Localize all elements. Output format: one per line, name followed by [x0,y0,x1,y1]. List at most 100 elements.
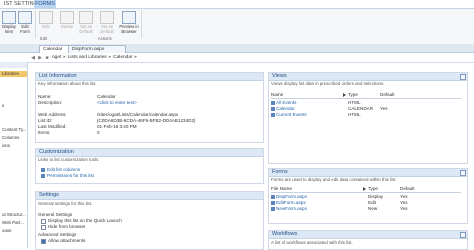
nav-item-site-columns[interactable]: Columns [2,135,19,141]
list-information-header: List Information [36,73,263,81]
delete-button[interactable]: Delete [58,11,76,30]
back-arrow-icon[interactable]: ◀ [30,55,36,61]
nav-item-content-types[interactable]: Content Ty... [2,127,27,133]
hide-from-browser-label: Hide from browser [48,224,86,229]
nav-item-all-files[interactable]: ouse [2,228,12,234]
list-id-label: List ID: [38,118,53,123]
hide-from-browser-checkbox[interactable] [41,225,46,230]
web-address-value: /sites/ogat/Lists/Calendar/calendar.aspx [97,112,179,117]
description-label: Description: [38,100,63,105]
breadcrumb-item[interactable]: oget [52,55,61,60]
form-row-name[interactable]: DispForm.aspx [276,194,307,199]
views-description: Views display list data in prescribed or… [271,81,385,86]
edit-icon [39,11,53,24]
form-row-default: Yes [400,206,408,211]
view-icon [271,113,275,119]
tab-forms[interactable]: FORMS [34,0,56,8]
forms-column-default[interactable]: Default [400,186,415,191]
forms-header: Forms [269,169,467,177]
quick-launch-label: Display this list on the Quick Launch [48,218,122,223]
list-id-value: {C0DA6D3B-6CDA-46F9-BFB2-DD4AB1234D2} [97,118,196,123]
nav-item-permissions[interactable]: ions [2,143,10,149]
views-column-default[interactable]: Default [380,92,395,97]
permissions-icon [41,174,45,180]
customization-panel: Customization [35,148,264,184]
view-row-type: HTML [348,112,361,117]
views-column-name[interactable]: Name [271,92,283,97]
edit-list-columns-link[interactable]: Edit list columns [47,167,80,172]
customization-description: Links to list customization tools. [38,157,100,162]
list-information-description: Key information about this list. [38,81,97,86]
forward-arrow-icon[interactable]: ▶ [37,55,43,61]
form-row-type: New [368,206,378,211]
navigation-pane-header [0,62,27,68]
breadcrumb: oget ▸ Lists and Libraries ▸ Calendar ▸ [52,54,139,61]
settings-header: Settings [36,192,263,200]
new-workflow-icon[interactable] [460,232,466,238]
doc-tab-dispform[interactable]: DispForm.aspx [68,45,126,53]
permissions-link[interactable]: Permissions for this list [47,173,94,178]
new-view-icon[interactable] [460,74,466,80]
nav-item[interactable]: s [2,103,4,109]
sort-arrow-icon [363,187,366,191]
forms-column-filename[interactable]: File Name [271,186,292,191]
allow-attachments-checkbox[interactable] [41,239,46,244]
preview-in-browser-label: Preview in Browser [119,24,139,34]
view-row-type: HTML [348,100,361,105]
edit-form-icon [18,11,32,24]
preview-in-browser-button[interactable]: Preview in Browser [118,11,140,34]
nav-item-lists-libraries[interactable]: Libraries [2,71,19,77]
breadcrumb-item[interactable]: Lists and Libraries [68,55,107,60]
edit-form-label: Edit Form [20,24,30,34]
edit-form-button[interactable]: Edit Form [16,11,34,34]
set-default-label-2: Set as Default [100,24,114,34]
settings-description: General settings for this list. [38,201,93,206]
display-item-label: Display Item [2,24,16,34]
ribbon-tab-bar [0,0,474,8]
form-row-name[interactable]: EditForm.aspx [276,200,306,205]
set-default-button[interactable]: Set as Default [77,11,95,34]
edit-button[interactable]: Edit [37,11,55,30]
views-column-type[interactable]: Type [348,92,358,97]
form-row-default: Yes [400,194,408,199]
delete-label: Delete [60,24,74,29]
view-row-name[interactable]: All Events [276,100,296,105]
ribbon-group-actions-label: Actions [98,36,112,41]
name-label: Name: [38,94,52,99]
workflows-description: A list of workflows associated with this… [271,240,353,245]
nav-item-subsites[interactable]: ut Structur... [2,212,26,218]
form-row-name[interactable]: NewForm.aspx [276,206,307,211]
display-item-icon [2,11,16,24]
set-default-button-2[interactable]: Set as Default [98,11,116,34]
form-row-type: Display [368,194,384,199]
items-value: 0 [97,130,100,135]
new-form-icon[interactable] [460,170,466,176]
view-row-name[interactable]: Calendar [276,106,295,111]
name-value[interactable]: Calendar [97,94,116,99]
breadcrumb-separator: ▸ [134,55,138,60]
views-header-divider [271,98,461,99]
view-row-name[interactable]: Current Events [276,112,307,117]
set-default-label: Set as Default [79,24,93,34]
description-field[interactable]: <click to enter text> [97,100,137,105]
quick-launch-checkbox[interactable] [41,219,46,224]
web-address-label: Web Address: [38,112,67,117]
forms-column-type[interactable]: Type [368,186,378,191]
form-file-icon [271,207,275,213]
view-row-type: CALENDAR [348,106,374,111]
set-default-icon-2 [100,11,114,24]
breadcrumb-item[interactable]: Calendar [113,55,132,60]
set-default-icon [79,11,93,24]
nav-item-web-part-gallery[interactable]: Web Part... [2,220,24,226]
items-label: Items: [38,130,51,135]
advanced-settings-label: Advanced Settings [38,232,77,237]
delete-icon [60,11,74,24]
ribbon-separator-2 [141,10,142,38]
view-row-default: Yes [380,106,388,111]
form-row-type: Edit [368,200,376,205]
views-header: Views [269,73,467,81]
general-settings-label: General Settings [38,212,73,217]
customization-header: Customization [36,149,263,157]
forms-header-divider [271,192,461,193]
workflows-header: Workflows [269,231,467,239]
